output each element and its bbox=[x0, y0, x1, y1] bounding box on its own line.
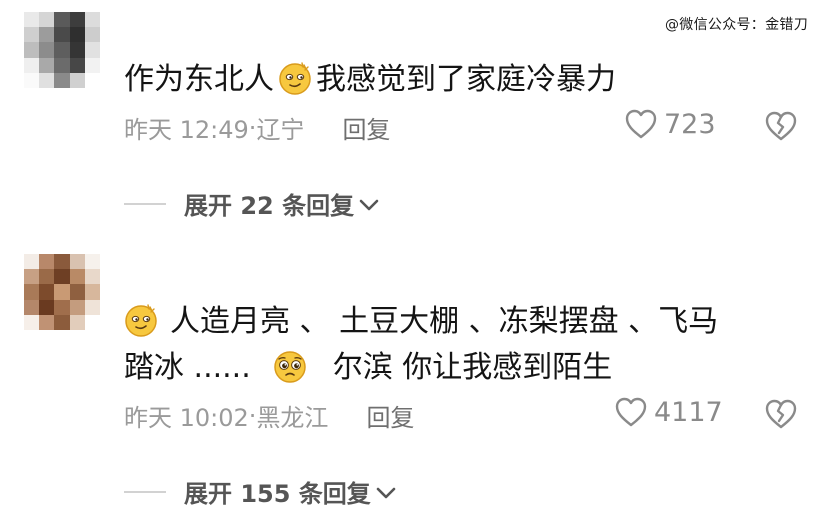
pleading-emoji-icon bbox=[273, 349, 307, 383]
comment-text: 作为东北人 我感觉到了家庭冷暴力 bbox=[124, 58, 616, 102]
comment-text-part: 踏冰 ...... bbox=[124, 350, 251, 385]
smirk-emoji-icon bbox=[124, 303, 158, 337]
watermark: @微信公众号：金错刀 bbox=[665, 17, 808, 33]
reply-button[interactable]: 回复 bbox=[366, 398, 414, 433]
comment-location: 黑龙江 bbox=[256, 404, 329, 432]
expand-replies-button[interactable]: 展开 155 条回复 bbox=[124, 474, 397, 509]
comment-time: 昨天 10:02 bbox=[124, 404, 249, 432]
avatar[interactable] bbox=[24, 254, 100, 330]
expand-replies-label: 展开 22 条回复 bbox=[184, 192, 355, 220]
divider-line bbox=[124, 202, 166, 205]
like-button[interactable]: 4117 bbox=[614, 396, 723, 428]
dislike-button[interactable] bbox=[764, 398, 798, 434]
comment-text: 人造月亮 、 土豆大棚 、冻梨摆盘 、飞马 bbox=[124, 300, 718, 344]
divider-line bbox=[124, 490, 166, 493]
comment-meta: 昨天 12:49 · 辽宁 回复 bbox=[124, 110, 390, 145]
reply-button[interactable]: 回复 bbox=[342, 110, 390, 145]
smirk-emoji-icon bbox=[278, 61, 312, 95]
like-count: 723 bbox=[664, 108, 716, 140]
broken-heart-icon bbox=[765, 111, 797, 141]
expand-replies-button[interactable]: 展开 22 条回复 bbox=[124, 186, 380, 221]
heart-outline-icon bbox=[625, 109, 657, 139]
comment-meta: 昨天 10:02 · 黑龙江 回复 bbox=[124, 398, 414, 433]
like-button[interactable]: 723 bbox=[624, 108, 716, 140]
broken-heart-icon bbox=[765, 399, 797, 429]
comment-text-part: 人造月亮 、 土豆大棚 、冻梨摆盘 、飞马 bbox=[170, 304, 719, 339]
dislike-button[interactable] bbox=[764, 110, 798, 146]
comment-time: 昨天 12:49 bbox=[124, 116, 249, 144]
chevron-down-icon bbox=[375, 478, 397, 506]
comment-text-part: 尔滨 你让我感到陌生 bbox=[332, 350, 613, 385]
avatar[interactable] bbox=[24, 12, 100, 88]
expand-replies-label: 展开 155 条回复 bbox=[184, 480, 371, 508]
comment-location: 辽宁 bbox=[256, 116, 305, 144]
comment-text: 踏冰 ...... 尔滨 你让我感到陌生 bbox=[124, 346, 612, 390]
meta-separator: · bbox=[248, 113, 257, 142]
chevron-down-icon bbox=[358, 190, 380, 218]
comment-text-part: 我感觉到了家庭冷暴力 bbox=[316, 62, 616, 97]
heart-outline-icon bbox=[615, 397, 647, 427]
like-count: 4117 bbox=[654, 396, 723, 428]
comment-text-part: 作为东北人 bbox=[124, 62, 274, 97]
meta-separator: · bbox=[248, 401, 257, 430]
